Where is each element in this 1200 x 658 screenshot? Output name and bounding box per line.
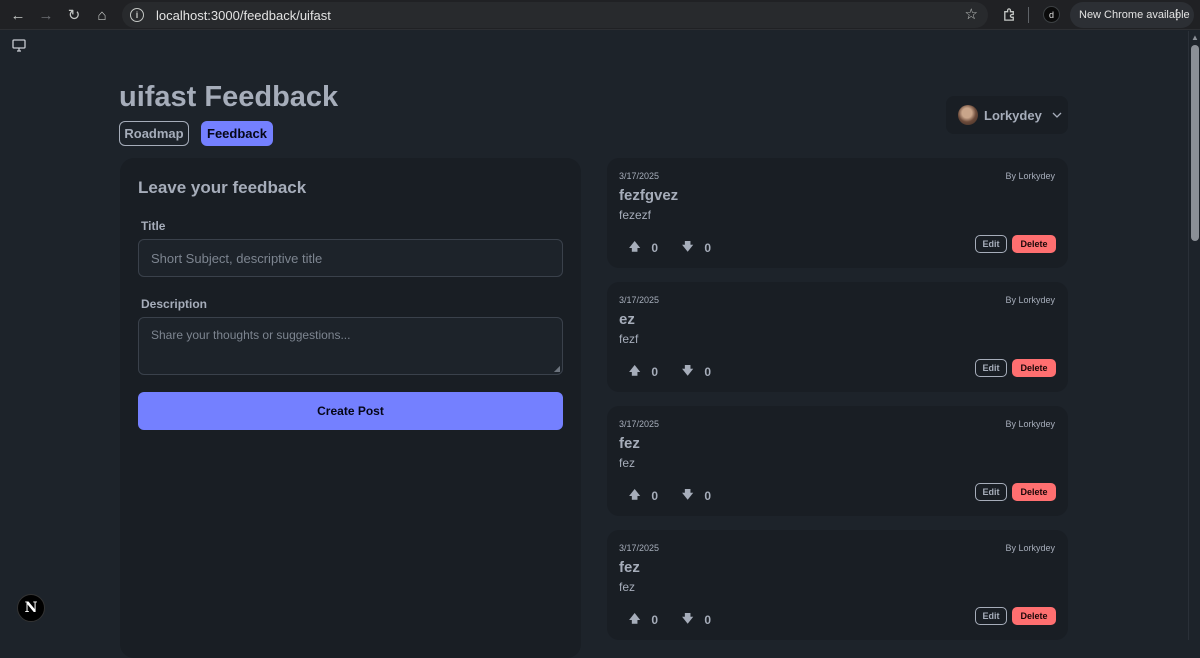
- downvote-count: 0: [704, 612, 711, 627]
- downvote-icon: 🡇: [682, 489, 694, 501]
- home-icon[interactable]: ⌂: [88, 1, 116, 29]
- chevron-down-icon: [1052, 110, 1062, 121]
- info-icon[interactable]: i: [130, 8, 144, 22]
- page: uifast Feedback Roadmap Feedback Lorkyde…: [0, 31, 1188, 658]
- reload-icon[interactable]: ↻: [60, 1, 88, 29]
- post-date: 3/17/2025: [619, 295, 660, 305]
- post-title: fez: [619, 559, 640, 576]
- update-chrome-button[interactable]: New Chrome available ⋮: [1070, 2, 1194, 28]
- user-menu[interactable]: Lorkydey: [946, 96, 1068, 134]
- post-date: 3/17/2025: [619, 543, 660, 553]
- post-author: By Lorkydey: [1005, 419, 1055, 429]
- upvote-count: 0: [651, 488, 658, 503]
- post-card: 3/17/2025 By Lorkydey fez fez 🡅 0 🡇 0 Edit…: [607, 530, 1068, 640]
- post-title: fez: [619, 435, 640, 452]
- page-scrollbar[interactable]: ▲: [1188, 31, 1200, 640]
- resize-handle-icon[interactable]: ◢: [554, 364, 560, 373]
- upvote-count: 0: [651, 240, 658, 255]
- downvote-count: 0: [704, 488, 711, 503]
- post-description: fezezf: [619, 208, 652, 222]
- downvote-button[interactable]: 🡇 0: [682, 610, 711, 629]
- title-label: Title: [141, 219, 166, 233]
- upvote-icon: 🡅: [629, 613, 641, 625]
- edit-button[interactable]: Edit: [975, 359, 1007, 377]
- upvote-button[interactable]: 🡅 0: [629, 362, 658, 381]
- downvote-button[interactable]: 🡇 0: [682, 238, 711, 257]
- title-placeholder: Short Subject, descriptive title: [151, 250, 323, 266]
- post-description: fezf: [619, 332, 639, 346]
- upvote-icon: 🡅: [629, 241, 641, 253]
- title-input[interactable]: Short Subject, descriptive title: [138, 239, 563, 277]
- page-title: uifast Feedback: [119, 81, 339, 113]
- upvote-button[interactable]: 🡅 0: [629, 238, 658, 257]
- downvote-count: 0: [704, 364, 711, 379]
- create-post-button[interactable]: Create Post: [138, 392, 563, 430]
- post-date: 3/17/2025: [619, 419, 660, 429]
- upvote-icon: 🡅: [629, 489, 641, 501]
- upvote-count: 0: [651, 612, 658, 627]
- downvote-button[interactable]: 🡇 0: [682, 486, 711, 505]
- edit-button[interactable]: Edit: [975, 483, 1007, 501]
- back-icon[interactable]: ←: [4, 1, 32, 29]
- description-label: Description: [141, 297, 208, 311]
- star-icon[interactable]: ☆: [965, 5, 978, 23]
- upvote-icon: 🡅: [629, 365, 641, 377]
- extensions-icon[interactable]: [1000, 5, 1018, 23]
- post-date: 3/17/2025: [619, 171, 660, 181]
- description-textarea[interactable]: Share your thoughts or suggestions... ◢: [138, 317, 563, 375]
- forward-icon[interactable]: →: [32, 1, 60, 29]
- scroll-thumb[interactable]: [1191, 45, 1199, 241]
- menu-dots-icon[interactable]: ⋮: [1170, 6, 1184, 23]
- delete-button[interactable]: Delete: [1012, 359, 1056, 377]
- post-card: 3/17/2025 By Lorkydey fezfgvez fezezf 🡅 0…: [607, 158, 1068, 268]
- post-author: By Lorkydey: [1005, 171, 1055, 181]
- browser-toolbar: ← → ↻ ⌂ i localhost:3000/feedback/uifast…: [0, 0, 1200, 30]
- tab-feedback[interactable]: Feedback: [201, 121, 273, 146]
- downvote-icon: 🡇: [682, 365, 694, 377]
- form-heading: Leave your feedback: [138, 178, 307, 197]
- address-bar[interactable]: i localhost:3000/feedback/uifast ☆: [122, 2, 988, 28]
- nextjs-icon[interactable]: N: [17, 594, 45, 622]
- downvote-icon: 🡇: [682, 241, 694, 253]
- upvote-count: 0: [651, 364, 658, 379]
- post-description: fez: [619, 456, 636, 470]
- delete-button[interactable]: Delete: [1012, 235, 1056, 253]
- upvote-button[interactable]: 🡅 0: [629, 486, 658, 505]
- delete-button[interactable]: Delete: [1012, 607, 1056, 625]
- post-card: 3/17/2025 By Lorkydey fez fez 🡅 0 🡇 0 Edit…: [607, 406, 1068, 516]
- scroll-up-icon[interactable]: ▲: [1191, 33, 1199, 42]
- toolbar-divider: [1028, 7, 1029, 23]
- user-name: Lorkydey: [984, 107, 1042, 123]
- delete-button[interactable]: Delete: [1012, 483, 1056, 501]
- post-title: ez: [619, 311, 635, 328]
- post-title: fezfgvez: [619, 187, 679, 204]
- monitor-icon[interactable]: [12, 39, 26, 55]
- upvote-button[interactable]: 🡅 0: [629, 610, 658, 629]
- description-placeholder: Share your thoughts or suggestions...: [151, 328, 351, 342]
- edit-button[interactable]: Edit: [975, 235, 1007, 253]
- post-description: fez: [619, 580, 636, 594]
- post-author: By Lorkydey: [1005, 295, 1055, 305]
- downvote-count: 0: [704, 240, 711, 255]
- edit-button[interactable]: Edit: [975, 607, 1007, 625]
- avatar: [958, 105, 978, 125]
- url-text: localhost:3000/feedback/uifast: [156, 7, 331, 23]
- downvote-button[interactable]: 🡇 0: [682, 362, 711, 381]
- tab-roadmap[interactable]: Roadmap: [119, 121, 189, 146]
- post-author: By Lorkydey: [1005, 543, 1055, 553]
- feedback-form-card: Leave your feedback Title Short Subject,…: [120, 158, 581, 658]
- profile-avatar[interactable]: d: [1043, 6, 1060, 23]
- post-card: 3/17/2025 By Lorkydey ez fezf 🡅 0 🡇 0 Edit…: [607, 282, 1068, 392]
- downvote-icon: 🡇: [682, 613, 694, 625]
